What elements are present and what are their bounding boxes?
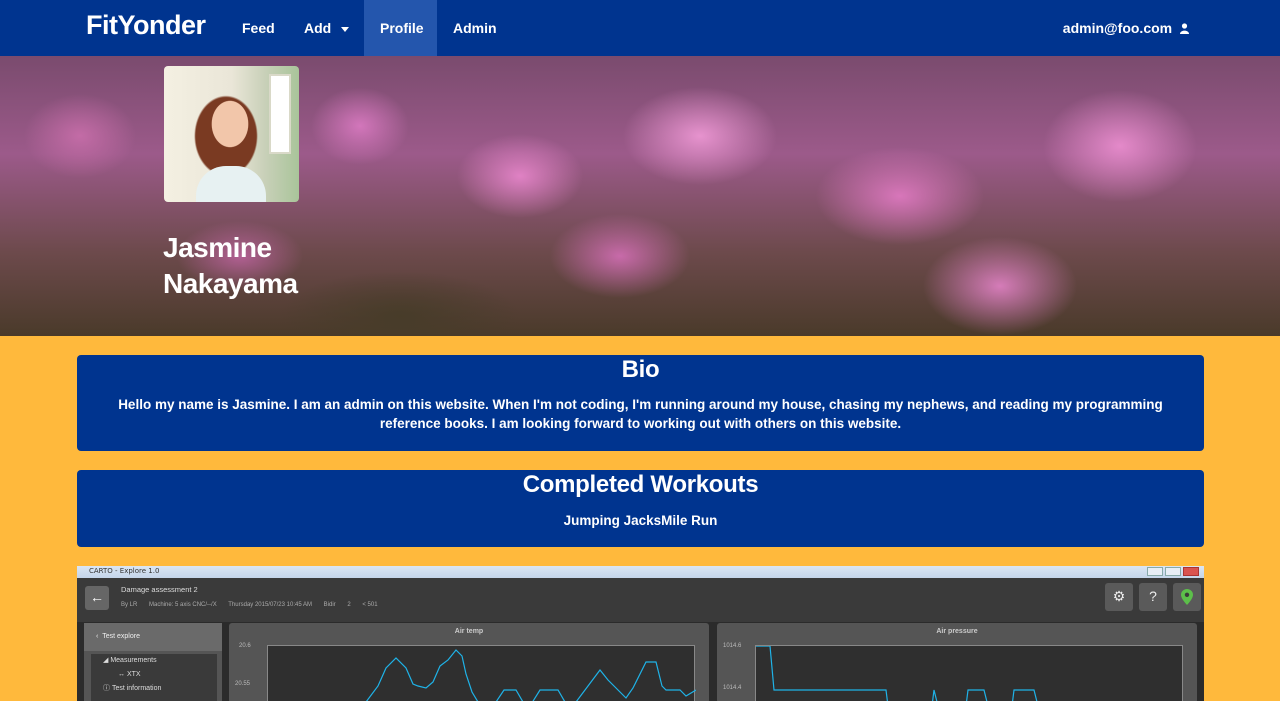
- air-temp-panel: Air temp 20.6 20.55: [229, 623, 709, 701]
- sidebar-header-label: Test explore: [102, 633, 140, 640]
- tree-item-xtx: ↔ XTX: [118, 671, 141, 678]
- air-temp-plot: [267, 645, 696, 701]
- meta-count: 2: [347, 602, 351, 608]
- air-temp-series-line: [366, 649, 696, 701]
- app-toolbar: ← Damage assessment 2 By LR Machine: 5 a…: [77, 578, 1204, 622]
- meta-machine: Machine: 5 axis CNC/--/X: [149, 602, 217, 608]
- minimize-icon: [1147, 567, 1163, 576]
- air-temp-ytick-top: 20.6: [239, 643, 251, 649]
- nav-admin[interactable]: Admin: [437, 0, 513, 56]
- meta-range: < 501: [362, 602, 378, 608]
- close-icon: [1183, 567, 1199, 576]
- nav-add-dropdown[interactable]: Add: [288, 0, 365, 56]
- avatar-background-window: [269, 74, 291, 154]
- chevron-down-icon: [341, 26, 350, 32]
- meta-mode: Bidir: [323, 602, 336, 608]
- completed-workouts-card: Completed Workouts Jumping JacksMile Run: [77, 470, 1204, 547]
- tree-item-test-information-label: Test information: [111, 685, 162, 692]
- top-navbar: FitYonder Feed Add Profile Admin admin@f…: [0, 0, 1280, 56]
- tree-item-measurements: ◢ Measurements: [103, 657, 157, 664]
- tree-item-measurements-label: Measurements: [110, 657, 157, 664]
- nav-profile[interactable]: Profile: [364, 0, 437, 56]
- sidebar-header: ‹ Test explore: [84, 623, 222, 651]
- app-title: Damage assessment 2: [121, 585, 198, 594]
- air-pressure-ytick-top: 1014.6: [723, 643, 742, 649]
- window-titlebar: CARTO - Explore 1.0: [77, 566, 1204, 578]
- profile-cover-image: Jasmine Nakayama: [0, 56, 1280, 336]
- tree-item-xtx-label: XTX: [126, 671, 141, 678]
- user-icon: [1180, 23, 1189, 34]
- bio-text: Hello my name is Jasmine. I am an admin …: [118, 397, 1163, 431]
- gear-icon: ⚙: [1105, 583, 1133, 611]
- completed-workouts-list: Jumping JacksMile Run: [563, 513, 718, 528]
- brand-logo[interactable]: FitYonder: [86, 10, 206, 41]
- sidebar-tree: ◢ Measurements ↔ XTX ⓘ Test information: [91, 654, 217, 701]
- user-menu[interactable]: admin@foo.com: [1063, 0, 1189, 56]
- air-temp-title: Air temp: [454, 628, 484, 635]
- meta-author: By LR: [121, 602, 138, 608]
- air-pressure-panel: Air pressure 1014.6 1014.4: [717, 623, 1197, 701]
- profile-name: Jasmine Nakayama: [163, 230, 298, 302]
- air-pressure-ytick-mid: 1014.4: [723, 685, 742, 691]
- air-pressure-plot: [755, 645, 1183, 701]
- help-icon: ?: [1139, 583, 1167, 611]
- app-sidebar: ‹ Test explore ◢ Measurements ↔ XTX ⓘ Te…: [84, 623, 222, 701]
- bio-heading: Bio: [621, 356, 660, 383]
- profile-last-name: Nakayama: [163, 268, 298, 299]
- completed-workouts-heading: Completed Workouts: [522, 471, 759, 498]
- window-title: CARTO - Explore 1.0: [89, 567, 160, 575]
- air-pressure-title: Air pressure: [936, 628, 978, 635]
- app-meta: By LR Machine: 5 axis CNC/--/X Thursday …: [121, 602, 388, 608]
- user-email: admin@foo.com: [1062, 20, 1173, 36]
- avatar: [164, 66, 299, 202]
- air-temp-ytick-mid: 20.55: [235, 681, 251, 687]
- maximize-icon: [1165, 567, 1181, 576]
- embedded-app-screenshot: CARTO - Explore 1.0 ← Damage assessment …: [77, 566, 1204, 701]
- air-pressure-series-line: [756, 646, 1038, 701]
- bio-card: Bio Hello my name is Jasmine. I am an ad…: [77, 355, 1204, 451]
- tree-item-test-information: ⓘ Test information: [103, 685, 162, 692]
- profile-first-name: Jasmine: [163, 232, 272, 263]
- meta-date: Thursday 2015/07/23 10:45 AM: [228, 602, 312, 608]
- nav-feed[interactable]: Feed: [226, 0, 291, 56]
- avatar-shirt: [196, 166, 266, 202]
- nav-add-label: Add: [304, 20, 332, 36]
- location-pin-icon: [1173, 583, 1201, 611]
- back-arrow-icon: ←: [85, 586, 109, 610]
